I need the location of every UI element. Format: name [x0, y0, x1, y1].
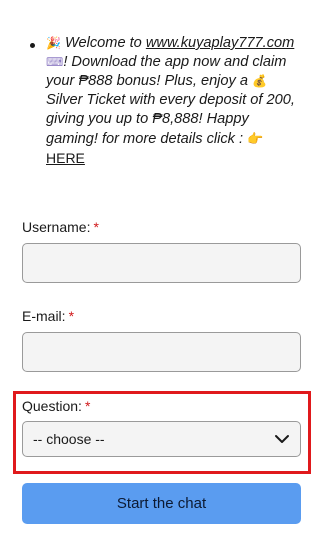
question-selected-value: -- choose --	[33, 431, 105, 447]
question-select[interactable]: -- choose --	[22, 421, 301, 457]
site-link[interactable]: www.kuyaplay777.com	[146, 35, 294, 51]
email-input[interactable]	[22, 332, 301, 372]
required-mark: *	[93, 219, 99, 235]
username-input[interactable]	[22, 243, 301, 283]
email-label-text: E-mail:	[22, 308, 66, 324]
question-label-text: Question:	[22, 398, 82, 414]
email-label: E-mail: *	[22, 308, 74, 324]
chevron-down-icon	[275, 435, 289, 443]
required-mark: *	[84, 398, 91, 414]
welcome-text: Welcome to	[65, 35, 142, 51]
username-label-text: Username:	[22, 219, 91, 235]
party-popper-icon: 🎉	[46, 36, 61, 50]
announcement-list: 🎉 Welcome to www.kuyaplay777.com ⌨! Down…	[30, 34, 300, 169]
keyboard-icon: ⌨	[46, 55, 64, 69]
promo-text-1: ! Download the app now and claim your ₱8…	[46, 54, 287, 89]
bullet-point	[30, 43, 35, 48]
required-mark: *	[68, 308, 75, 324]
pointing-hand-icon: 👉	[247, 131, 264, 146]
username-label: Username: *	[22, 219, 99, 235]
money-bag-icon: 💰	[252, 74, 268, 88]
chat-prechat-form: 🎉 Welcome to www.kuyaplay777.com ⌨! Down…	[0, 0, 322, 544]
announcement-text: 🎉 Welcome to www.kuyaplay777.com ⌨! Down…	[46, 34, 300, 169]
here-link[interactable]: HERE	[46, 150, 85, 166]
start-chat-button[interactable]: Start the chat	[22, 483, 301, 524]
question-label: Question: *	[22, 398, 90, 414]
